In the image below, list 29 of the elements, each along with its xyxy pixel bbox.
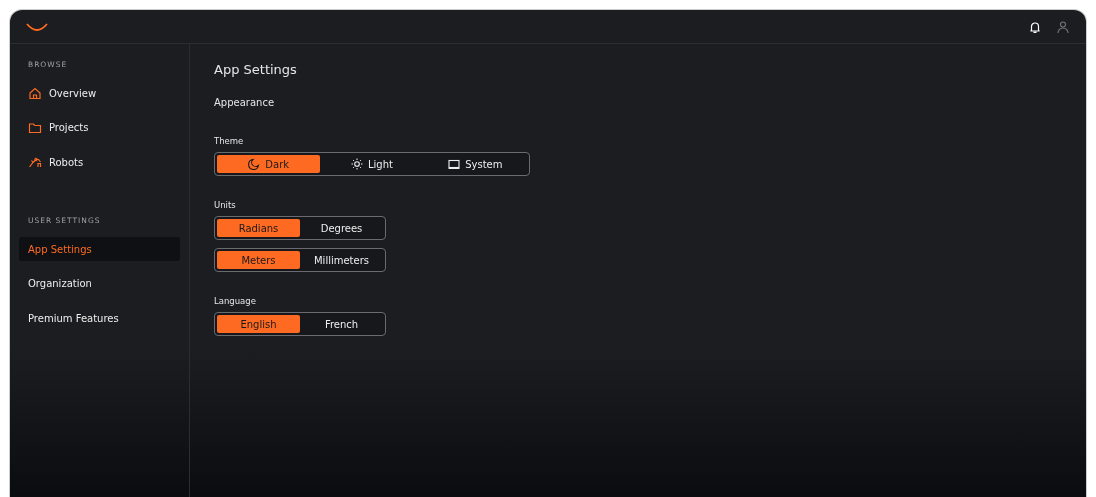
sidebar-item[interactable]: Premium Features: [19, 306, 180, 330]
segment-button[interactable]: French: [300, 315, 383, 333]
sun-icon: [351, 158, 363, 170]
segment-button[interactable]: Meters: [217, 251, 300, 269]
bell-icon[interactable]: [1028, 19, 1042, 34]
page-title: App Settings: [214, 62, 298, 77]
logo-icon: [26, 21, 48, 32]
sidebar-item[interactable]: App Settings: [19, 237, 180, 261]
segment-button[interactable]: Millimeters: [300, 251, 383, 269]
monitor-icon: [448, 158, 461, 170]
segment-button[interactable]: Radians: [217, 219, 300, 237]
segment-button[interactable]: Dark: [217, 155, 321, 173]
house-icon: [28, 86, 42, 100]
user-icon[interactable]: [1056, 19, 1070, 34]
segment-button[interactable]: Degrees: [300, 219, 383, 237]
sidebar-item[interactable]: Overview: [19, 81, 180, 105]
robot-arm-icon: [28, 155, 42, 169]
field-label: Theme: [214, 136, 245, 146]
segment-button[interactable]: Light: [320, 155, 424, 173]
sidebar-item[interactable]: Organization: [19, 271, 180, 296]
section-title: Appearance: [214, 97, 276, 108]
field-label: Language: [214, 296, 257, 306]
segment-button[interactable]: English: [217, 315, 300, 333]
folder-icon: [28, 120, 42, 135]
moon-icon: [248, 158, 261, 170]
sidebar-item[interactable]: Robots: [19, 150, 180, 174]
segment-button[interactable]: System: [423, 155, 527, 173]
field-label: Units: [214, 200, 237, 210]
sidebar-item[interactable]: Projects: [19, 115, 180, 140]
